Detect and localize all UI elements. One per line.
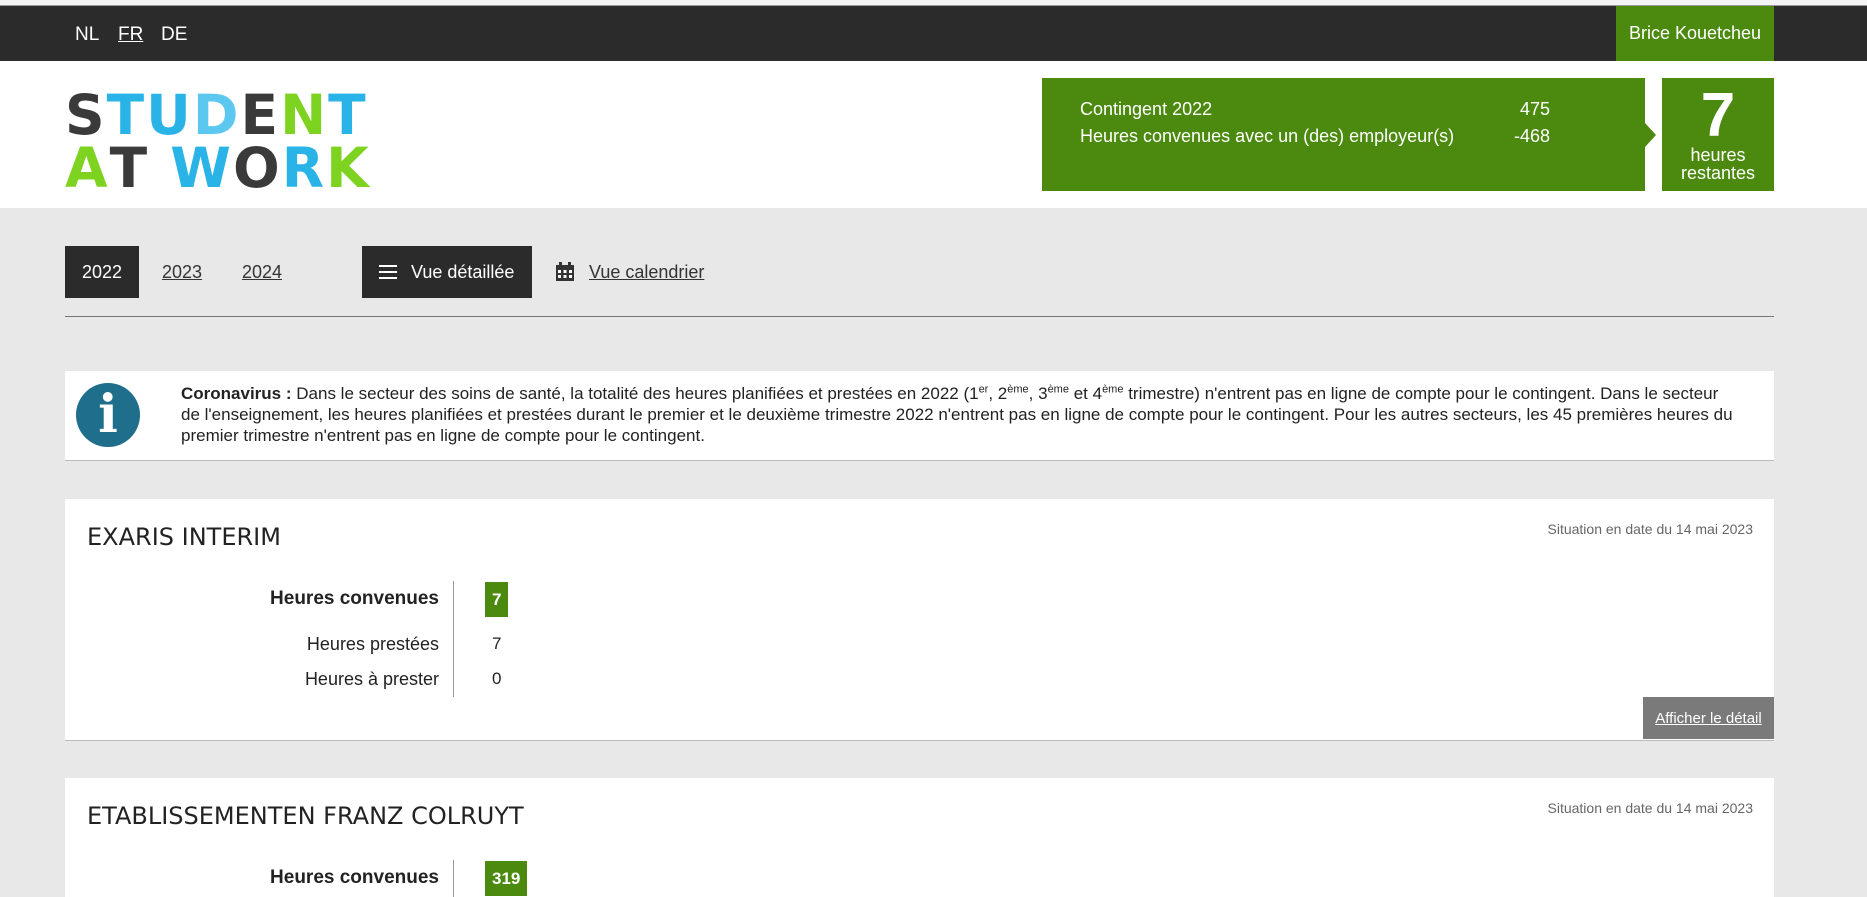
info-icon: i (76, 383, 140, 447)
tab-year-2023[interactable]: 2023 (153, 246, 211, 298)
lang-fr-link[interactable]: FR (118, 24, 143, 46)
notice-sup: ème (1007, 383, 1029, 396)
logo-letter: A (65, 136, 110, 200)
agreed-hours-label: Heures convenues (270, 588, 439, 609)
agreed-hours-label: Heures convenues (270, 867, 439, 888)
user-menu-button[interactable]: Brice Kouetcheu (1616, 6, 1774, 61)
logo-letter: D (192, 83, 241, 147)
agreed-hours-value: -468 (1513, 126, 1550, 146)
arrow-right-icon (1645, 123, 1656, 147)
notice-sup: ème (1047, 383, 1069, 396)
notice-title: Coronavirus : (181, 384, 292, 403)
agreed-hours-badge: 319 (485, 861, 528, 896)
tab-year-2022[interactable]: 2022 (65, 246, 139, 298)
top-bar: NL FR DE Brice Kouetcheu (0, 6, 1867, 61)
agreed-hours-row: Heures convenues avec un (des) employeur… (1080, 126, 1550, 147)
logo-letter: N (280, 83, 329, 147)
student-at-work-logo[interactable]: STUDENT AT WORK (65, 83, 371, 200)
calendar-view-label: Vue calendrier (589, 261, 705, 282)
tab-year-2024[interactable]: 2024 (233, 246, 291, 298)
detailed-view-label: Vue détaillée (411, 261, 515, 282)
column-divider (453, 581, 454, 697)
logo-letter: T (328, 83, 368, 147)
list-icon (379, 261, 397, 283)
detailed-view-button[interactable]: Vue détaillée (362, 246, 532, 298)
remaining-hours-number: 7 (1700, 81, 1736, 150)
notice-sup: ème (1102, 383, 1124, 396)
notice-text-part: , 2 (988, 384, 1008, 403)
contingent-value: 475 (1519, 99, 1550, 119)
logo-line-1: STUDENT (65, 83, 371, 147)
logo-letter: R (281, 136, 327, 200)
calendar-icon (556, 262, 574, 281)
show-detail-button[interactable]: Afficher le détail (1643, 697, 1774, 739)
employer-name: EXARIS INTERIM (87, 523, 281, 551)
logo-letter: W (170, 136, 233, 200)
remaining-hours-box: 7 heures restantes (1662, 78, 1774, 191)
situation-date: Situation en date du 14 mai 2023 (1547, 521, 1754, 537)
calendar-view-link[interactable]: Vue calendrier (555, 246, 704, 298)
hours-to-perform-value: 0 (492, 669, 502, 688)
logo-letter: T (109, 136, 150, 200)
logo-letter: K (326, 136, 371, 200)
remaining-hours-label-1: heures (1690, 145, 1746, 165)
notice-text-part: Dans le secteur des soins de santé, la t… (291, 384, 979, 403)
coronavirus-notice: i Coronavirus : Dans le secteur des soin… (65, 371, 1774, 461)
employer-card: EXARIS INTERIM Situation en date du 14 m… (65, 499, 1774, 741)
lang-de-link[interactable]: DE (161, 24, 187, 46)
performed-hours-value: 7 (492, 634, 502, 653)
notice-text-part: , 3 (1028, 384, 1048, 403)
performed-hours-label: Heures prestées (306, 634, 439, 654)
employer-card: ETABLISSEMENTEN FRANZ COLRUYT Situation … (65, 778, 1774, 897)
logo-line-2: AT WORK (65, 136, 371, 200)
lang-nl-link[interactable]: NL (75, 24, 99, 46)
notice-text: Coronavirus : Dans le secteur des soins … (181, 383, 1741, 446)
situation-date: Situation en date du 14 mai 2023 (1547, 800, 1754, 816)
contingent-label: Contingent 2022 (1080, 99, 1213, 119)
logo-letter (149, 142, 170, 195)
notice-text-part: et 4 (1068, 384, 1103, 403)
divider (65, 316, 1774, 317)
contingent-row: Contingent 2022 475 (1080, 99, 1550, 120)
employer-name: ETABLISSEMENTEN FRANZ COLRUYT (87, 802, 524, 830)
remaining-hours-label-2: restantes (1680, 163, 1756, 183)
logo-letter: O (232, 136, 282, 200)
hours-to-perform-label: Heures à prester (304, 669, 439, 689)
agreed-hours-badge: 7 (485, 582, 509, 617)
logo-letter: U (146, 83, 193, 147)
contingent-summary: Contingent 2022 475 Heures convenues ave… (1042, 78, 1656, 191)
logo-letter: T (106, 83, 147, 147)
header: STUDENT AT WORK Contingent 2022 475 Heur… (0, 61, 1867, 208)
notice-sup: er (978, 383, 989, 396)
agreed-hours-label: Heures convenues avec un (des) employeur… (1080, 126, 1455, 146)
logo-letter: S (65, 83, 107, 147)
logo-letter: E (240, 83, 281, 147)
column-divider (453, 860, 454, 897)
